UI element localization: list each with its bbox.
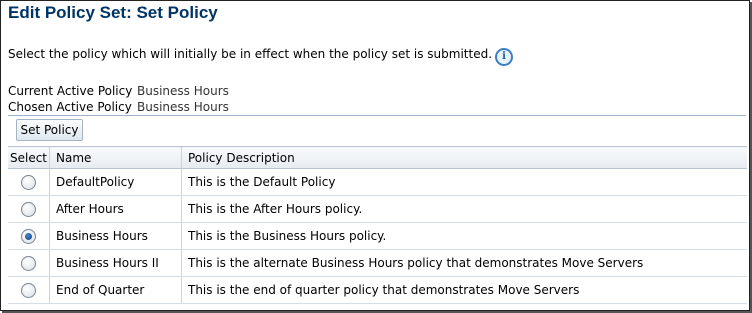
policy-radio[interactable]: [21, 174, 36, 190]
table-row[interactable]: End of Quarter This is the end of quarte…: [8, 276, 747, 304]
column-header-description: Policy Description: [181, 146, 747, 169]
policy-description: This is the end of quarter policy that d…: [181, 276, 747, 304]
current-active-policy-value: Business Hours: [137, 84, 229, 98]
policy-radio[interactable]: [21, 282, 36, 298]
instruction-label: Select the policy which will initially b…: [8, 47, 493, 61]
current-active-policy-label: Current Active Policy: [8, 84, 133, 98]
column-header-select: Select: [8, 146, 50, 169]
current-active-policy: Current Active Policy Business Hours: [8, 84, 229, 98]
chosen-active-policy-label: Chosen Active Policy: [8, 100, 132, 114]
policy-name: Business Hours: [49, 222, 182, 250]
policy-name: DefaultPolicy: [49, 168, 182, 196]
select-cell: [8, 276, 50, 304]
info-icon[interactable]: i: [495, 48, 514, 66]
select-cell: [8, 222, 50, 250]
table-row[interactable]: After Hours This is the After Hours poli…: [8, 195, 747, 223]
instruction-text: Select the policy which will initially b…: [8, 42, 514, 66]
select-cell: [8, 168, 50, 196]
table-row[interactable]: Business Hours II This is the alternate …: [8, 249, 747, 277]
select-cell: [8, 195, 50, 223]
policy-radio[interactable]: [21, 201, 36, 217]
select-cell: [8, 249, 50, 277]
policy-radio[interactable]: [21, 228, 36, 244]
dialog-frame: Edit Policy Set: Set Policy Select the p…: [0, 0, 750, 311]
policy-description: This is the Default Policy: [181, 168, 747, 196]
policy-radio[interactable]: [21, 255, 36, 271]
policy-description: This is the alternate Business Hours pol…: [181, 249, 747, 277]
chosen-active-policy-value: Business Hours: [137, 100, 229, 114]
column-header-name: Name: [49, 146, 182, 169]
set-policy-button[interactable]: Set Policy: [16, 119, 83, 141]
table-row[interactable]: DefaultPolicy This is the Default Policy: [8, 168, 747, 196]
policy-description: This is the After Hours policy.: [181, 195, 747, 223]
policy-name: Business Hours II: [49, 249, 182, 277]
section-divider: [8, 115, 746, 116]
policy-table: Select Name Policy Description DefaultPo…: [8, 146, 747, 304]
table-row[interactable]: Business Hours This is the Business Hour…: [8, 222, 747, 250]
policy-description: This is the Business Hours policy.: [181, 222, 747, 250]
table-header-row: Select Name Policy Description: [8, 146, 747, 169]
page-title: Edit Policy Set: Set Policy: [8, 3, 218, 22]
policy-name: After Hours: [49, 195, 182, 223]
chosen-active-policy: Chosen Active Policy Business Hours: [8, 100, 229, 114]
policy-name: End of Quarter: [49, 276, 182, 304]
